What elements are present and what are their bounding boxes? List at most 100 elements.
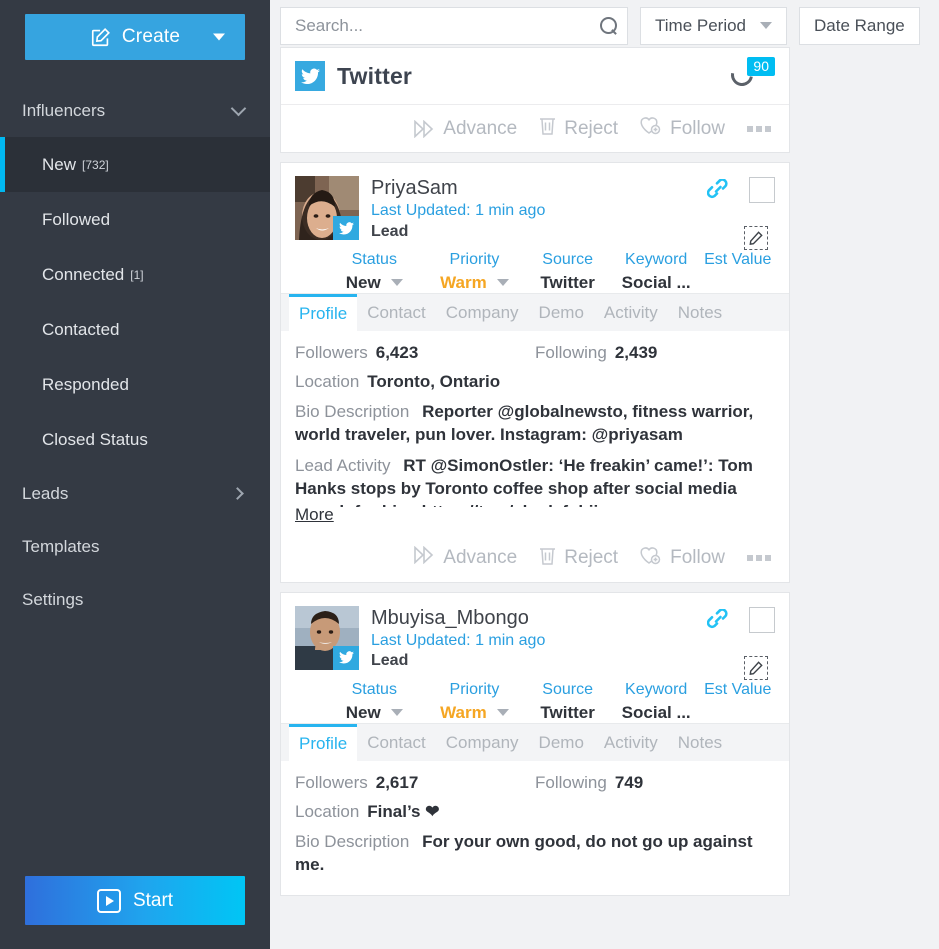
search-input[interactable] — [295, 15, 600, 36]
more-options-icon[interactable] — [747, 125, 771, 132]
avatar — [295, 176, 359, 240]
chevron-down-icon — [213, 33, 225, 41]
sidebar-group-leads-label: Leads — [22, 483, 69, 503]
sidebar-item-closed-status[interactable]: Closed Status — [0, 412, 270, 467]
tab-notes[interactable]: Notes — [668, 294, 732, 331]
status-dropdown[interactable]: New — [323, 703, 426, 723]
source-column: Source Twitter — [523, 247, 612, 293]
edit-est-value-button[interactable] — [744, 226, 768, 251]
lead-meta-row: Status New Priority Warm Source Twitter … — [281, 656, 789, 723]
start-button[interactable]: Start — [25, 876, 245, 925]
time-period-label: Time Period — [655, 15, 747, 35]
refresh-button[interactable]: 90 — [726, 57, 775, 95]
date-range-label: Date Range — [814, 15, 905, 35]
follow-label: Follow — [670, 547, 725, 569]
advance-label: Advance — [443, 117, 518, 139]
follow-button[interactable]: Follow — [640, 546, 725, 571]
priority-column: Priority Warm — [426, 677, 524, 723]
location-label: Location — [295, 801, 360, 821]
search-box[interactable] — [280, 6, 628, 45]
sidebar-group-influencers-label: Influencers — [22, 100, 106, 120]
sidebar-item-new[interactable]: New [732] — [0, 137, 270, 192]
tab-company[interactable]: Company — [436, 294, 529, 331]
lead-type: Lead — [371, 652, 409, 670]
sidebar-group-leads[interactable]: Leads — [0, 467, 270, 520]
lead-activity-clipped: search for him. https://t.co/abcdefghij — [295, 502, 598, 507]
keyword-column: Keyword Social ... — [612, 247, 701, 293]
time-period-dropdown[interactable]: Time Period — [640, 6, 788, 45]
source-label: Source — [542, 681, 593, 699]
est-value-column: Est Value — [700, 677, 775, 723]
chevron-down-icon — [390, 709, 403, 717]
priority-column: Priority Warm — [426, 247, 524, 293]
heart-plus-icon — [640, 116, 662, 141]
lead-card: PriyaSam Last Updated: 1 min ago Lead St… — [280, 162, 790, 583]
create-button[interactable]: Create — [25, 14, 245, 60]
lead-name: Mbuyisa_Mbongo — [371, 606, 529, 629]
advance-button[interactable]: Advance — [413, 546, 517, 570]
source-column: Source Twitter — [523, 677, 612, 723]
reject-button[interactable]: Reject — [539, 546, 618, 571]
bio-row: Bio Description Reporter @globalnewsto, … — [295, 401, 775, 447]
search-icon[interactable] — [600, 17, 617, 34]
link-icon[interactable] — [706, 178, 733, 201]
tab-activity[interactable]: Activity — [594, 724, 668, 761]
tab-demo[interactable]: Demo — [529, 294, 594, 331]
tab-profile[interactable]: Profile — [289, 723, 358, 761]
sidebar-item-settings[interactable]: Settings — [0, 573, 270, 626]
lead-activity-label: Lead Activity — [295, 455, 391, 475]
priority-label: Priority — [449, 681, 500, 699]
app-root: Create Influencers New [732] Followed Co… — [0, 0, 939, 949]
twitter-badge-icon — [333, 216, 359, 240]
sidebar-item-connected-count: [1] — [130, 267, 144, 282]
est-value-label: Est Value — [704, 251, 772, 269]
sidebar-item-responded[interactable]: Responded — [0, 357, 270, 412]
lead-select-checkbox[interactable] — [749, 177, 775, 203]
start-button-label: Start — [132, 889, 174, 911]
main-panel: Time Period Date Range Twitter 90 — [270, 0, 939, 949]
twitter-icon — [295, 61, 325, 91]
tab-demo[interactable]: Demo — [529, 724, 594, 761]
location-value: Final’s ❤ — [367, 801, 440, 821]
advance-button[interactable]: Advance — [413, 118, 517, 140]
bio-row: Bio Description For your own good, do no… — [295, 831, 775, 877]
sidebar-item-contacted[interactable]: Contacted — [0, 302, 270, 357]
edit-est-value-button[interactable] — [744, 656, 768, 681]
tab-contact[interactable]: Contact — [357, 294, 436, 331]
lead-meta: Mbuyisa_Mbongo Last Updated: 1 min ago L… — [371, 606, 545, 672]
lead-action-bar: Advance Reject Follow — [281, 535, 789, 582]
more-options-icon[interactable] — [747, 555, 771, 562]
status-dropdown[interactable]: New — [323, 273, 426, 293]
keyword-value: Social ... — [621, 272, 691, 292]
sidebar: Create Influencers New [732] Followed Co… — [0, 0, 270, 949]
sidebar-item-followed[interactable]: Followed — [0, 192, 270, 247]
link-icon[interactable] — [706, 608, 733, 631]
tab-notes[interactable]: Notes — [668, 724, 732, 761]
date-range-dropdown[interactable]: Date Range — [799, 6, 920, 45]
sidebar-nav: Influencers New [732] Followed Connected… — [0, 84, 270, 876]
tab-profile[interactable]: Profile — [289, 293, 358, 331]
bio-label: Bio Description — [295, 401, 410, 421]
toolbar: Time Period Date Range — [270, 0, 939, 47]
sidebar-item-templates[interactable]: Templates — [0, 520, 270, 573]
tab-contact[interactable]: Contact — [357, 724, 436, 761]
twitter-badge-icon — [333, 645, 359, 670]
tab-company[interactable]: Company — [436, 724, 529, 761]
priority-dropdown[interactable]: Warm — [426, 273, 524, 293]
source-value: Twitter — [540, 272, 595, 292]
priority-dropdown[interactable]: Warm — [426, 703, 524, 723]
status-value: New — [345, 702, 381, 722]
tab-activity[interactable]: Activity — [594, 294, 668, 331]
sidebar-item-closed-status-label: Closed Status — [42, 429, 148, 449]
chevron-right-icon — [231, 487, 244, 500]
lead-select-checkbox[interactable] — [749, 606, 775, 633]
reject-button[interactable]: Reject — [539, 116, 618, 141]
start-button-wrap: Start — [0, 876, 270, 949]
sidebar-group-influencers[interactable]: Influencers — [0, 84, 270, 137]
est-value-label: Est Value — [704, 681, 772, 699]
lead-header: Mbuyisa_Mbongo Last Updated: 1 min ago L… — [281, 593, 789, 672]
follow-button[interactable]: Follow — [640, 116, 725, 141]
lead-list[interactable]: Twitter 90 Advance Reject Follow PriyaSa… — [270, 47, 939, 949]
sidebar-item-connected[interactable]: Connected [1] — [0, 247, 270, 302]
more-link[interactable]: More — [295, 504, 340, 525]
